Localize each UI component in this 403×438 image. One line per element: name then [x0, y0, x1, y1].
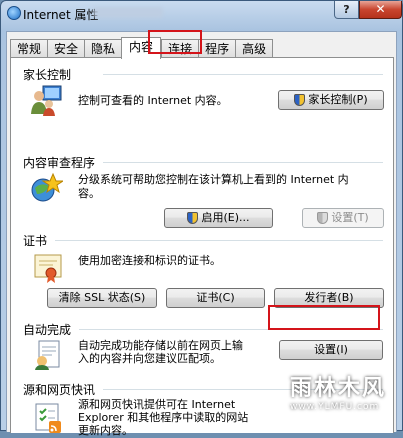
blurred-title-region: [93, 7, 163, 18]
content-advisor-description-line2: 容。: [78, 187, 100, 200]
section-title-content-advisor: 内容审查程序: [23, 154, 100, 171]
watermark-logo: 雨林木风 www.YLMFU.com: [290, 370, 400, 428]
close-button[interactable]: ✕: [359, 1, 402, 19]
section-title-autocomplete: 自动完成: [23, 321, 76, 338]
ie-icon: [7, 6, 21, 20]
tab-programs[interactable]: 程序: [198, 39, 236, 59]
autocomplete-description-line2: 入的内容并向您建议匹配项。: [78, 352, 221, 365]
advisor-settings-button-label: 设置(T): [331, 211, 369, 224]
feeds-icon: [33, 402, 65, 434]
window-title: Internet 属性: [23, 8, 99, 22]
enable-advisor-button-label: 启用(E)...: [201, 211, 250, 224]
watermark-url-text: www.YLMFU.com: [290, 402, 380, 412]
section-title-parental: 家长控制: [23, 66, 76, 83]
enable-advisor-button[interactable]: 启用(E)...: [164, 208, 273, 228]
highlight-box-content-tab: [148, 30, 202, 54]
parental-description: 控制可查看的 Internet 内容。: [78, 94, 228, 107]
tab-strip: 常规 安全 隐私 内容 连接 程序 高级: [10, 37, 274, 59]
divider: [55, 240, 383, 241]
dialog-window: Internet 属性 ? ✕ 常规 安全 隐私 内容 连接 程序 高级 家长控…: [0, 0, 403, 437]
parental-controls-button[interactable]: 家长控制(P): [278, 90, 384, 110]
section-title-feeds: 源和网页快讯: [23, 381, 100, 398]
content-advisor-description-line1: 分级系统可帮助您控制在该计算机上看到的 Internet 内: [78, 173, 349, 186]
divider: [103, 162, 383, 163]
advisor-settings-button[interactable]: 设置(T): [302, 208, 384, 228]
certificates-button[interactable]: 证书(C): [166, 288, 265, 308]
uac-shield-icon: [294, 94, 306, 106]
certificates-description: 使用加密连接和标识的证书。: [78, 254, 221, 267]
divider: [103, 74, 383, 75]
content-advisor-icon: [31, 172, 65, 204]
tab-advanced[interactable]: 高级: [235, 39, 274, 59]
autocomplete-icon: [33, 339, 65, 371]
uac-shield-icon: [187, 212, 199, 224]
parental-controls-icon: [29, 84, 62, 116]
clear-ssl-state-button[interactable]: 清除 SSL 状态(S): [47, 288, 157, 308]
help-button[interactable]: ?: [334, 1, 359, 19]
tab-general[interactable]: 常规: [10, 39, 48, 59]
section-title-certificates: 证书: [23, 232, 52, 249]
parental-controls-button-label: 家长控制(P): [308, 93, 368, 106]
highlight-box-autocomplete-settings: [268, 305, 380, 330]
certificate-icon: [33, 252, 65, 284]
title-bar[interactable]: Internet 属性 ? ✕: [1, 1, 402, 29]
uac-shield-icon: [317, 212, 329, 224]
autocomplete-settings-button[interactable]: 设置(I): [279, 340, 383, 360]
tab-security[interactable]: 安全: [47, 39, 85, 59]
watermark-main-text: 雨林木风: [290, 376, 387, 401]
tab-privacy[interactable]: 隐私: [84, 39, 122, 59]
